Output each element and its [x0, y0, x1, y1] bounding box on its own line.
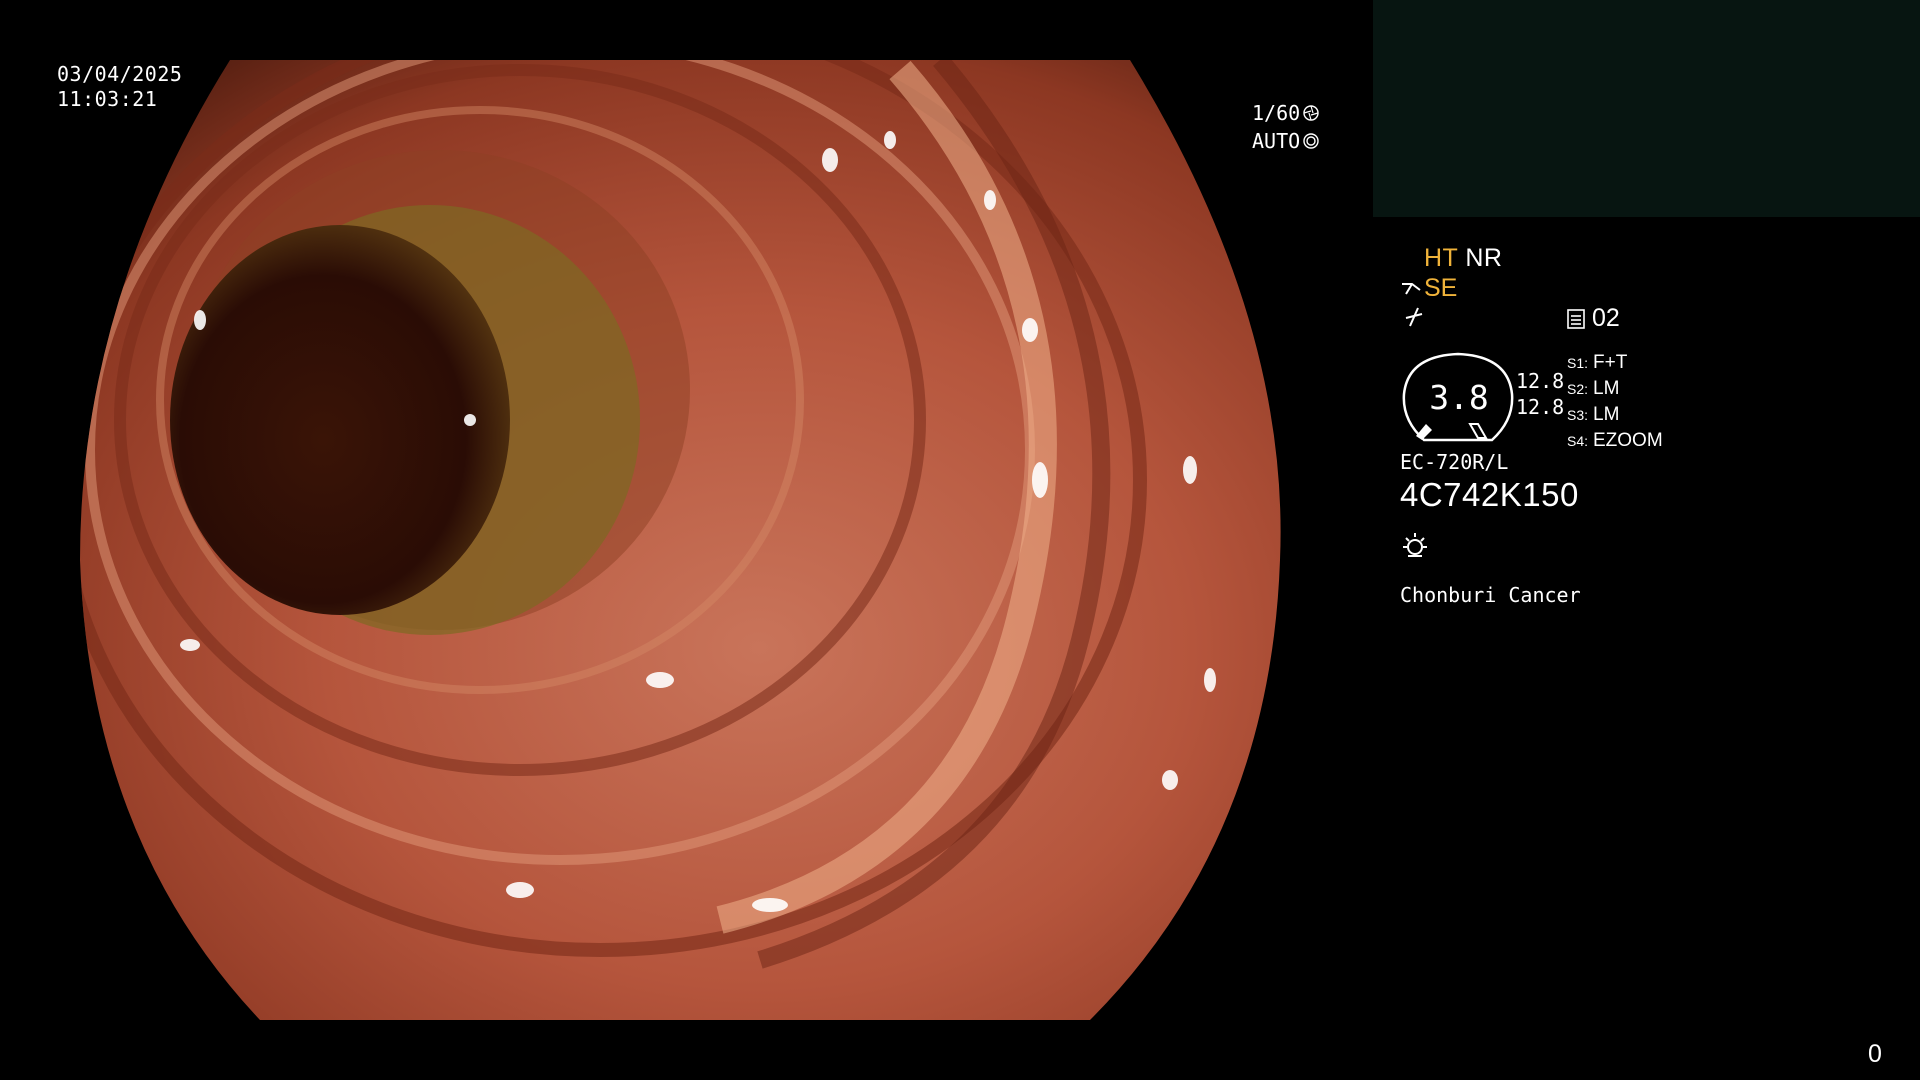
- setting-s1: S1: F+T: [1567, 350, 1663, 376]
- time-label: 11:03:21: [57, 87, 158, 111]
- light-source-icon: [1403, 533, 1427, 557]
- mode-ht: HT: [1424, 244, 1458, 272]
- institution-name: Chonburi Cancer: [1400, 583, 1581, 607]
- switch-settings-list: S1: F+T S2: LM S3: LM S4: EZOOM: [1567, 350, 1663, 454]
- datetime-overlay: 03/04/2025 11:03:21: [57, 62, 182, 112]
- setting-key: S3:: [1567, 407, 1589, 423]
- endoscope-view: [0, 0, 1380, 1080]
- date-label: 03/04/2025: [57, 62, 183, 86]
- setting-key: S1:: [1567, 355, 1589, 371]
- iris-icon: [1303, 133, 1319, 149]
- setting-key: S4:: [1567, 433, 1589, 449]
- setting-value: F+T: [1593, 352, 1628, 373]
- thumbnail-panel: [1373, 0, 1920, 217]
- setting-s2: S2: LM: [1567, 376, 1663, 402]
- mode-nr: NR: [1465, 244, 1503, 272]
- storage-icon: [1567, 308, 1585, 329]
- scissor-icon: [1402, 282, 1421, 295]
- enhancement-label: SE: [1424, 274, 1458, 302]
- enhancement-row: SE: [1400, 274, 1457, 303]
- endoscopic-image: [80, 60, 1281, 1020]
- setting-value: LM: [1593, 404, 1620, 425]
- gauge-value: 3.8: [1429, 378, 1489, 417]
- iris-label: AUTO: [1252, 129, 1301, 153]
- aperture-icon: [1303, 105, 1319, 121]
- setting-value: EZOOM: [1593, 430, 1663, 451]
- setting-key: S2:: [1567, 381, 1589, 397]
- exposure-info: 1/60 AUTO: [1252, 99, 1319, 155]
- status-panel: HT NR SE 02 3.8 12.8 12.8 S1: F+T S2: LM…: [1396, 240, 1896, 640]
- scope-serial: 4C742K150: [1400, 476, 1579, 513]
- storage-row: 02: [1566, 304, 1620, 333]
- gauge-side-values: 12.8 12.8: [1516, 368, 1564, 420]
- frame-counter: 0: [1868, 1040, 1882, 1068]
- setting-value: LM: [1593, 378, 1620, 399]
- setting-s3: S3: LM: [1567, 402, 1663, 428]
- setting-s4: S4: EZOOM: [1567, 428, 1663, 454]
- gauge-side-value-1: 12.8: [1516, 369, 1565, 393]
- gauge-side-value-2: 12.8: [1516, 395, 1565, 419]
- scope-model: EC-720R/L: [1400, 450, 1509, 474]
- shutter-label: 1/60: [1252, 101, 1301, 125]
- storage-count: 02: [1592, 304, 1620, 332]
- mode-row: HT NR: [1424, 244, 1502, 273]
- noise-filter-icon: [1405, 307, 1423, 327]
